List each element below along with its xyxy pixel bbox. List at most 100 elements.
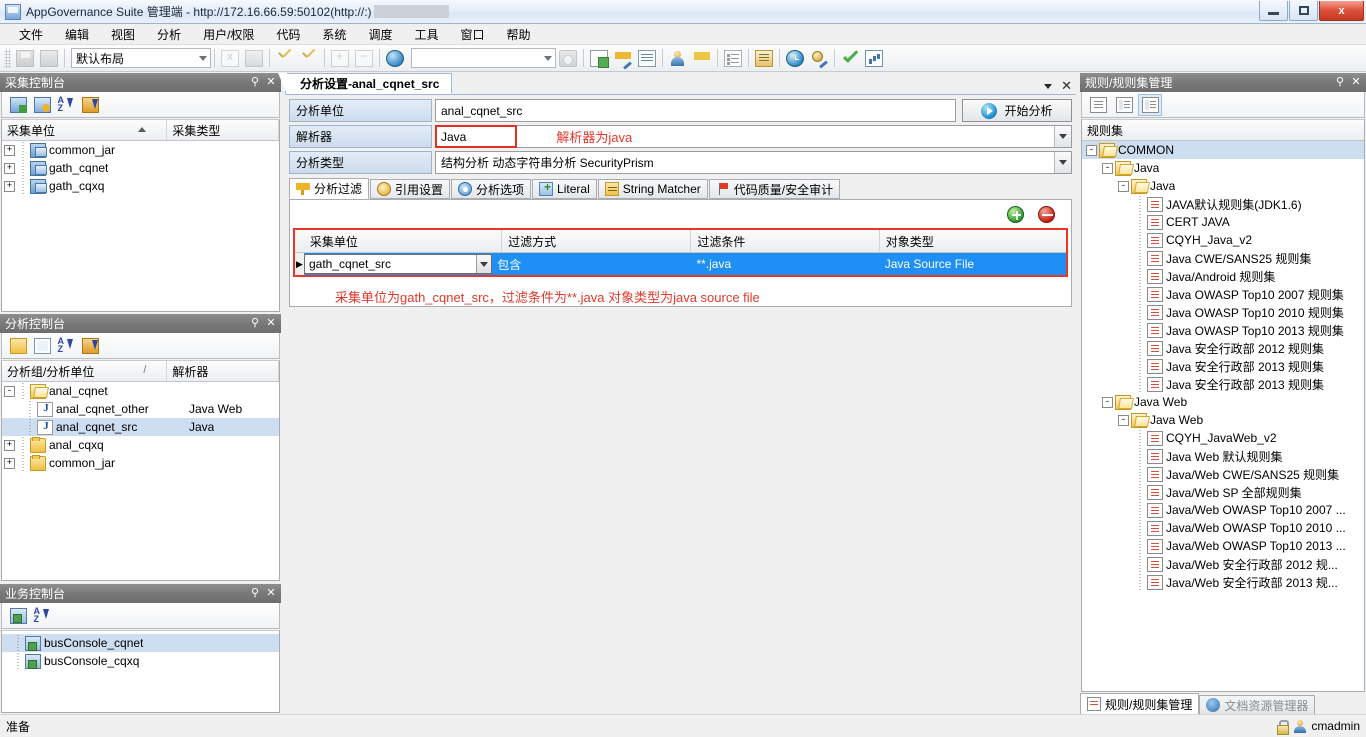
input-analysis-unit[interactable]: anal_cqnet_src bbox=[435, 99, 956, 122]
tab-reference-settings[interactable]: 引用设置 bbox=[370, 179, 451, 199]
delete-doc-button[interactable] bbox=[243, 47, 265, 69]
pin-icon[interactable]: ⚲ bbox=[248, 316, 262, 331]
expander-icon[interactable]: - bbox=[1118, 180, 1129, 192]
new-page-button[interactable] bbox=[31, 335, 53, 357]
minimize-button[interactable] bbox=[1259, 1, 1288, 21]
tree-row[interactable]: CQYH_JavaWeb_v2 bbox=[1082, 429, 1364, 447]
tree-row[interactable]: Java/Web SP 全部规则集 bbox=[1082, 483, 1364, 501]
close-icon[interactable]: ✕ bbox=[264, 586, 278, 601]
tab-code-quality-audit[interactable]: 代码质量/安全审计 bbox=[708, 179, 841, 199]
column-header-object-type[interactable]: 对象类型 bbox=[880, 230, 1066, 252]
select-analysis-type-arrow[interactable] bbox=[1054, 152, 1071, 173]
menu-window[interactable]: 窗口 bbox=[449, 23, 495, 46]
check-button-2[interactable] bbox=[298, 47, 320, 69]
medal-edit-button[interactable] bbox=[808, 47, 830, 69]
tree-row[interactable]: - Java Web bbox=[1082, 411, 1364, 429]
print-button[interactable] bbox=[38, 47, 60, 69]
tree-row[interactable]: - Java bbox=[1082, 177, 1364, 195]
tree-row[interactable]: CQYH_Java_v2 bbox=[1082, 231, 1364, 249]
chart-button[interactable] bbox=[863, 47, 885, 69]
tab-analysis-options[interactable]: 分析选项 bbox=[451, 179, 532, 199]
expander-icon[interactable]: - bbox=[1102, 162, 1113, 174]
chevron-down-icon[interactable] bbox=[1044, 83, 1053, 89]
tree-row[interactable]: + gath_cqxq bbox=[2, 177, 279, 195]
tab-string-matcher[interactable]: String Matcher bbox=[597, 179, 708, 199]
start-analysis-button[interactable]: 开始分析 bbox=[962, 99, 1072, 122]
tree-row[interactable]: Java/Web OWASP Top10 2010 ... bbox=[1082, 519, 1364, 537]
clock-button[interactable] bbox=[784, 47, 806, 69]
menu-code[interactable]: 代码 bbox=[265, 23, 311, 46]
menu-help[interactable]: 帮助 bbox=[495, 23, 541, 46]
expander-icon[interactable]: - bbox=[1118, 414, 1129, 426]
list-button[interactable] bbox=[722, 47, 744, 69]
refresh-gather-button[interactable] bbox=[31, 94, 53, 116]
search-combo[interactable] bbox=[411, 48, 556, 68]
expand-all-button[interactable] bbox=[329, 47, 351, 69]
badge-edit-button[interactable] bbox=[691, 47, 713, 69]
column-header-parser[interactable]: 解析器 bbox=[167, 361, 279, 381]
tree-row[interactable]: Java 安全行政部 2012 规则集 bbox=[1082, 339, 1364, 357]
group-sort-button[interactable] bbox=[79, 94, 101, 116]
tree-row[interactable]: - Java Web bbox=[1082, 393, 1364, 411]
column-header-gather-type[interactable]: 采集类型 bbox=[167, 120, 279, 140]
tree-row[interactable]: Java Web 默认规则集 bbox=[1082, 447, 1364, 465]
tree-row[interactable]: Java OWASP Top10 2013 规则集 bbox=[1082, 321, 1364, 339]
tab-literal[interactable]: Literal bbox=[532, 179, 597, 199]
new-doc-button[interactable] bbox=[588, 47, 610, 69]
collapse-all-button[interactable] bbox=[353, 47, 375, 69]
expander-icon[interactable]: - bbox=[1102, 396, 1113, 408]
close-icon[interactable]: ✕ bbox=[1349, 75, 1363, 90]
column-header-filter-mode[interactable]: 过滤方式 bbox=[502, 230, 692, 252]
menu-user-permission[interactable]: 用户/权限 bbox=[192, 23, 265, 46]
globe-button[interactable] bbox=[384, 47, 406, 69]
column-header-filter-condition[interactable]: 过滤条件 bbox=[691, 230, 880, 252]
tree-row[interactable]: + gath_cqnet bbox=[2, 159, 279, 177]
cell-filter-condition[interactable]: **.java bbox=[691, 253, 879, 275]
close-icon[interactable]: ✕ bbox=[1061, 79, 1072, 92]
expander-icon[interactable]: + bbox=[4, 162, 15, 174]
column-header-gather-unit[interactable]: 采集单位 bbox=[304, 230, 503, 252]
cell-gather-unit-select[interactable]: gath_cqnet_src bbox=[304, 254, 493, 274]
list-item[interactable]: busConsole_cqxq bbox=[2, 652, 279, 670]
add-row-icon[interactable] bbox=[1007, 205, 1024, 223]
cell-gather-unit-arrow[interactable] bbox=[476, 255, 492, 273]
add-gather-button[interactable] bbox=[7, 94, 29, 116]
edit-filter-button[interactable] bbox=[612, 47, 634, 69]
cell-filter-mode[interactable]: 包含 bbox=[492, 253, 691, 275]
tree-row[interactable]: + anal_cqxq bbox=[2, 436, 279, 454]
menu-schedule[interactable]: 调度 bbox=[357, 23, 403, 46]
camera-button[interactable] bbox=[557, 47, 579, 69]
expander-icon[interactable]: - bbox=[4, 385, 15, 397]
tree-row[interactable]: Java OWASP Top10 2010 规则集 bbox=[1082, 303, 1364, 321]
menu-system[interactable]: 系统 bbox=[311, 23, 357, 46]
tree-row[interactable]: Java/Web 安全行政部 2012 规... bbox=[1082, 555, 1364, 573]
approve-button[interactable] bbox=[839, 47, 861, 69]
select-parser[interactable]: Java 解析器为java bbox=[435, 125, 1072, 148]
close-button[interactable]: x bbox=[1319, 1, 1364, 21]
tree-row[interactable]: + common_jar bbox=[2, 141, 279, 159]
expander-icon[interactable]: + bbox=[4, 144, 15, 156]
sort-az-button[interactable] bbox=[55, 335, 77, 357]
menu-file[interactable]: 文件 bbox=[8, 23, 54, 46]
pin-icon[interactable]: ⚲ bbox=[248, 586, 262, 601]
tree-row[interactable]: anal_cqnet_src Java bbox=[2, 418, 279, 436]
user-button[interactable] bbox=[667, 47, 689, 69]
sort-az-button[interactable] bbox=[55, 94, 77, 116]
rule-copy-button[interactable] bbox=[1112, 94, 1136, 116]
tab-doc-explorer[interactable]: 文档资源管理器 bbox=[1199, 695, 1316, 714]
expander-icon[interactable]: + bbox=[4, 439, 15, 451]
tree-row[interactable]: - COMMON bbox=[1082, 141, 1364, 159]
close-icon[interactable]: ✕ bbox=[264, 75, 278, 90]
cell-object-type[interactable]: Java Source File bbox=[880, 253, 1066, 275]
tree-row[interactable]: Java 安全行政部 2013 规则集 bbox=[1082, 357, 1364, 375]
rule-list-button[interactable] bbox=[1086, 94, 1110, 116]
expander-icon[interactable]: + bbox=[4, 180, 15, 192]
check-button-1[interactable] bbox=[274, 47, 296, 69]
menu-tools[interactable]: 工具 bbox=[403, 23, 449, 46]
tab-analysis-settings[interactable]: 分析设置-anal_cqnet_src bbox=[277, 73, 453, 94]
open-folder-button[interactable] bbox=[7, 335, 29, 357]
column-header-analysis-unit[interactable]: 分析组/分析单位 / bbox=[2, 361, 168, 381]
rule-edit-button[interactable] bbox=[1138, 93, 1162, 116]
remove-row-icon[interactable] bbox=[1038, 205, 1055, 223]
select-parser-arrow[interactable] bbox=[1054, 126, 1071, 147]
